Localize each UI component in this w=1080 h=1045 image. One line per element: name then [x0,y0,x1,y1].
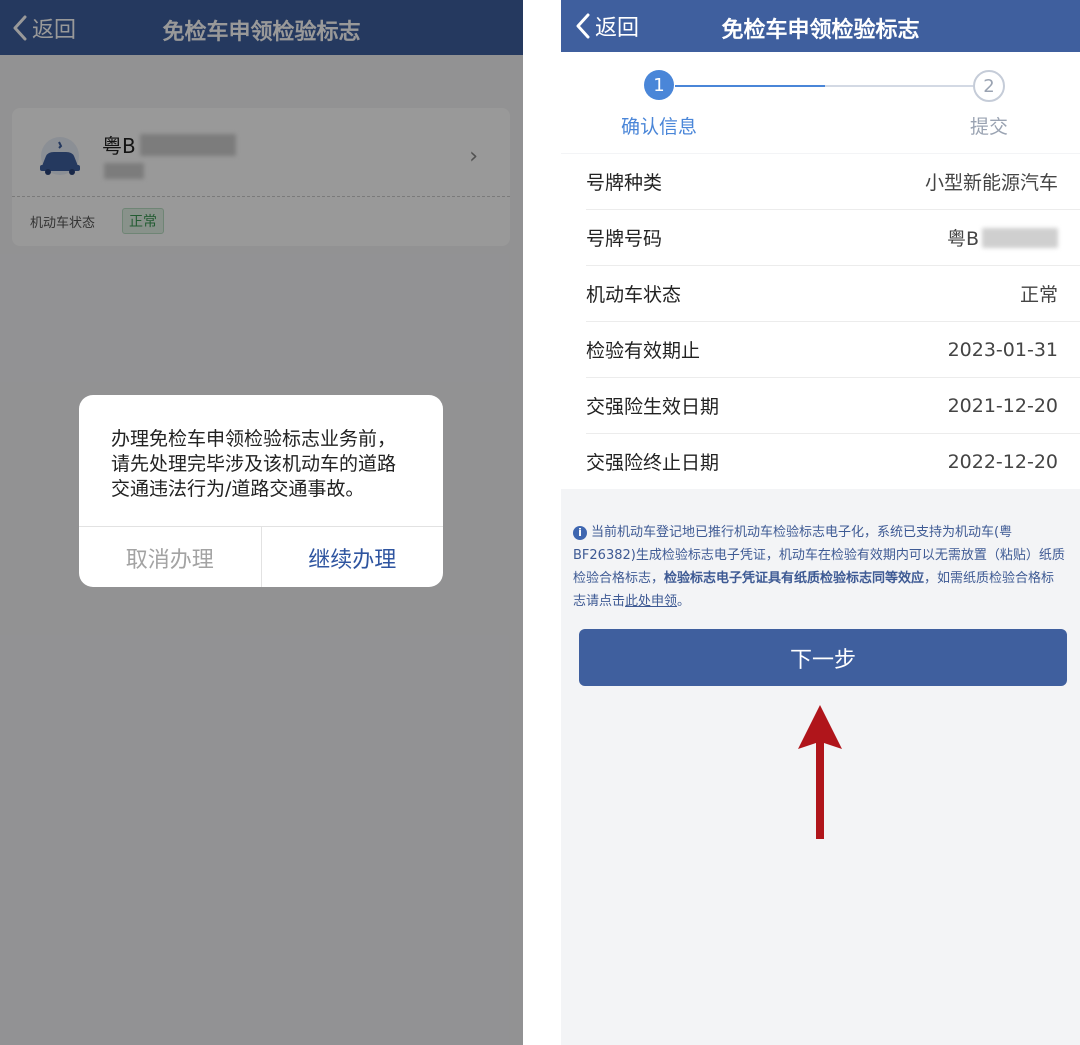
info-value: 2021-12-20 [947,394,1058,417]
info-value: 粤B [947,224,1058,251]
info-value: 正常 [1019,284,1058,306]
info-label: 号牌号码 [586,228,663,250]
next-step-button[interactable]: 下一步 [579,629,1067,686]
dialog-buttons: 取消办理 继续办理 [79,526,443,587]
step-1-indicator: 1 [644,70,674,100]
alert-dialog: 办理免检车申领检验标志业务前，请先处理完毕涉及该机动车的道路交通违法行为/道路交… [79,395,443,587]
step-line-pending [825,85,973,87]
vehicle-info-list: 号牌种类 小型新能源汽车 号牌号码 粤B 机动车状态 正常 检验有效期止 202… [561,154,1080,489]
plate-blur [982,227,1058,248]
step-line-completed [675,85,825,87]
info-label: 检验有效期止 [586,340,701,362]
right-screen: 返回 免检车申领检验标志 1 2 确认信息 提交 号牌种类 小型新能源汽车 号牌… [561,0,1080,1045]
dialog-message: 办理免检车申领检验标志业务前，请先处理完毕涉及该机动车的道路交通违法行为/道路交… [111,428,397,500]
info-row-insurance-start: 交强险生效日期 2021-12-20 [586,378,1080,434]
info-row-insurance-end: 交强险终止日期 2022-12-20 [586,434,1080,489]
info-value: 小型新能源汽车 [924,172,1058,194]
plate-prefix: 粤B [946,228,979,250]
step-1-label: 确认信息 [621,116,698,138]
info-label: 交强险终止日期 [586,452,720,474]
info-label: 号牌种类 [586,172,663,194]
info-value: 2023-01-31 [947,338,1058,361]
step-2-label: 提交 [970,116,1009,138]
continue-button[interactable]: 继续办理 [262,527,444,587]
notice-text: i 当前机动车登记地已推行机动车检验标志电子化，系统已支持为机动车(粤BF2638… [573,521,1067,613]
info-label: 机动车状态 [586,284,682,306]
notice-bold: 检验标志电子凭证具有纸质检验标志同等效应 [664,571,925,586]
info-value: 2022-12-20 [947,450,1058,473]
progress-stepper: 1 2 确认信息 提交 [561,52,1080,153]
cancel-button[interactable]: 取消办理 [79,527,262,587]
apply-here-link[interactable]: 此处申领 [625,594,677,609]
info-row-plate-number: 号牌号码 粤B [586,210,1080,266]
info-row-plate-type: 号牌种类 小型新能源汽车 [586,154,1080,210]
nav-bar: 返回 免检车申领检验标志 [561,0,1080,52]
info-label: 交强险生效日期 [586,396,720,418]
info-icon: i [573,525,587,540]
red-arrow-up-icon [798,705,842,839]
info-row-inspection-expiry: 检验有效期止 2023-01-31 [586,322,1080,378]
notice-end: 。 [677,594,691,609]
info-row-vehicle-status: 机动车状态 正常 [586,266,1080,322]
step-2-indicator: 2 [973,70,1005,102]
page-title: 免检车申领检验标志 [721,18,920,43]
left-screen: 返回 免检车申领检验标志 粤B › 机动车状态 正常 办理免检车申领检验标志业务… [0,0,523,1045]
